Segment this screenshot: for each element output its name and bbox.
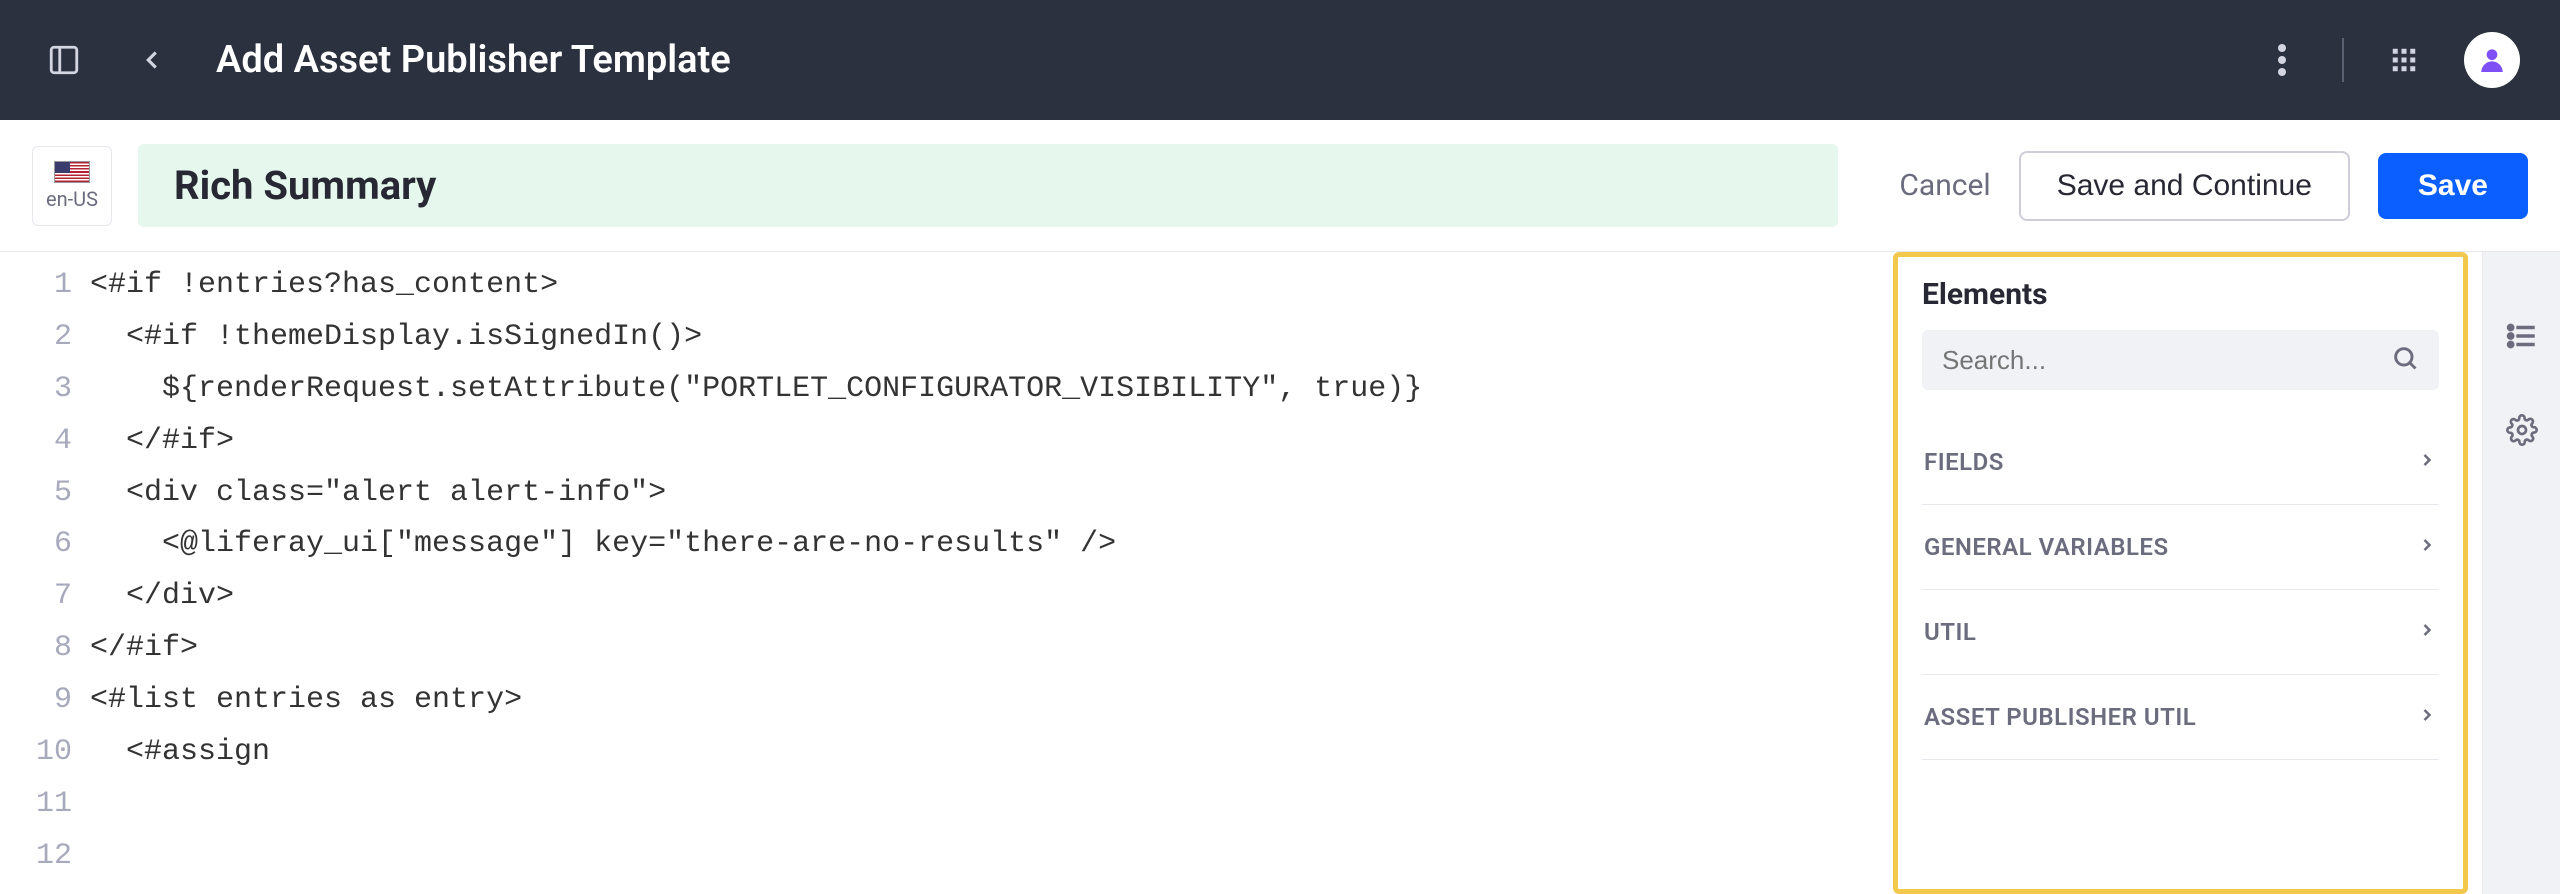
top-bar-right [2258,32,2520,88]
action-buttons: Cancel Save and Continue Save [1899,151,2528,221]
code-line[interactable]: <#assign [90,727,1893,779]
code-line[interactable]: </div> [90,571,1893,623]
line-number: 10 [0,727,72,779]
code-line[interactable]: </#if> [90,623,1893,675]
section-label: UTIL [1924,618,1976,646]
line-number: 12 [0,831,72,883]
section-label: GENERAL VARIABLES [1924,533,2169,561]
chevron-right-icon [2417,705,2437,729]
line-number: 2 [0,312,72,364]
action-bar: en-US Rich Summary Cancel Save and Conti… [0,120,2560,252]
locale-selector[interactable]: en-US [32,146,112,226]
section-util[interactable]: UTIL [1922,590,2439,675]
avatar[interactable] [2464,32,2520,88]
section-label: ASSET PUBLISHER UTIL [1924,703,2196,731]
chevron-right-icon [2417,535,2437,559]
code-lines[interactable]: <#if !entries?has_content> <#if !themeDi… [90,260,1893,894]
panel-title: Elements [1922,277,2439,312]
section-asset-publisher-util[interactable]: ASSET PUBLISHER UTIL [1922,675,2439,760]
main-inner: 1 2 3 4 5 6 7 8 9 10 11 12 <#if !entries… [0,252,2560,894]
cancel-button[interactable]: Cancel [1899,168,1990,203]
save-button[interactable]: Save [2378,153,2528,219]
line-number: 5 [0,468,72,520]
more-icon[interactable] [2258,36,2306,84]
code-editor[interactable]: 1 2 3 4 5 6 7 8 9 10 11 12 <#if !entries… [0,252,1893,894]
code-line[interactable]: <#if !entries?has_content> [90,260,1893,312]
line-number: 6 [0,519,72,571]
save-continue-button[interactable]: Save and Continue [2019,151,2350,221]
apps-grid-icon[interactable] [2380,36,2428,84]
code-line[interactable]: </#if> [90,416,1893,468]
line-number: 9 [0,675,72,727]
elements-panel: Elements FIELDS GENERAL VARIABLES [1893,252,2468,894]
list-icon[interactable] [2498,312,2546,360]
search-input[interactable] [1942,345,2391,376]
chevron-right-icon [2417,620,2437,644]
code-line[interactable]: <div class="alert alert-info"> [90,468,1893,520]
elements-search[interactable] [1922,330,2439,390]
main-area: 1 2 3 4 5 6 7 8 9 10 11 12 <#if !entries… [0,252,2560,894]
line-number: 7 [0,571,72,623]
topbar-divider [2342,38,2344,82]
search-icon[interactable] [2391,344,2419,376]
line-gutter: 1 2 3 4 5 6 7 8 9 10 11 12 [0,260,90,894]
code-line[interactable]: <#list entries as entry> [90,675,1893,727]
section-label: FIELDS [1924,448,2004,476]
code-line[interactable]: <#if !themeDisplay.isSignedIn()> [90,312,1893,364]
section-fields[interactable]: FIELDS [1922,420,2439,505]
line-number: 3 [0,364,72,416]
line-number: 11 [0,779,72,831]
back-icon[interactable] [128,36,176,84]
line-number: 4 [0,416,72,468]
gear-icon[interactable] [2498,406,2546,454]
panel-toggle-icon[interactable] [40,36,88,84]
flag-icon [54,161,90,183]
right-tool-strip [2482,252,2560,894]
top-bar: Add Asset Publisher Template [0,0,2560,120]
line-number: 8 [0,623,72,675]
chevron-right-icon [2417,450,2437,474]
code-line[interactable]: ${renderRequest.setAttribute("PORTLET_CO… [90,364,1893,416]
template-title-input[interactable]: Rich Summary [138,144,1838,227]
section-general-variables[interactable]: GENERAL VARIABLES [1922,505,2439,590]
top-bar-left: Add Asset Publisher Template [40,36,731,84]
line-number: 1 [0,260,72,312]
locale-code: en-US [46,187,98,211]
page-title: Add Asset Publisher Template [216,38,731,82]
code-line[interactable]: <@liferay_ui["message"] key="there-are-n… [90,519,1893,571]
